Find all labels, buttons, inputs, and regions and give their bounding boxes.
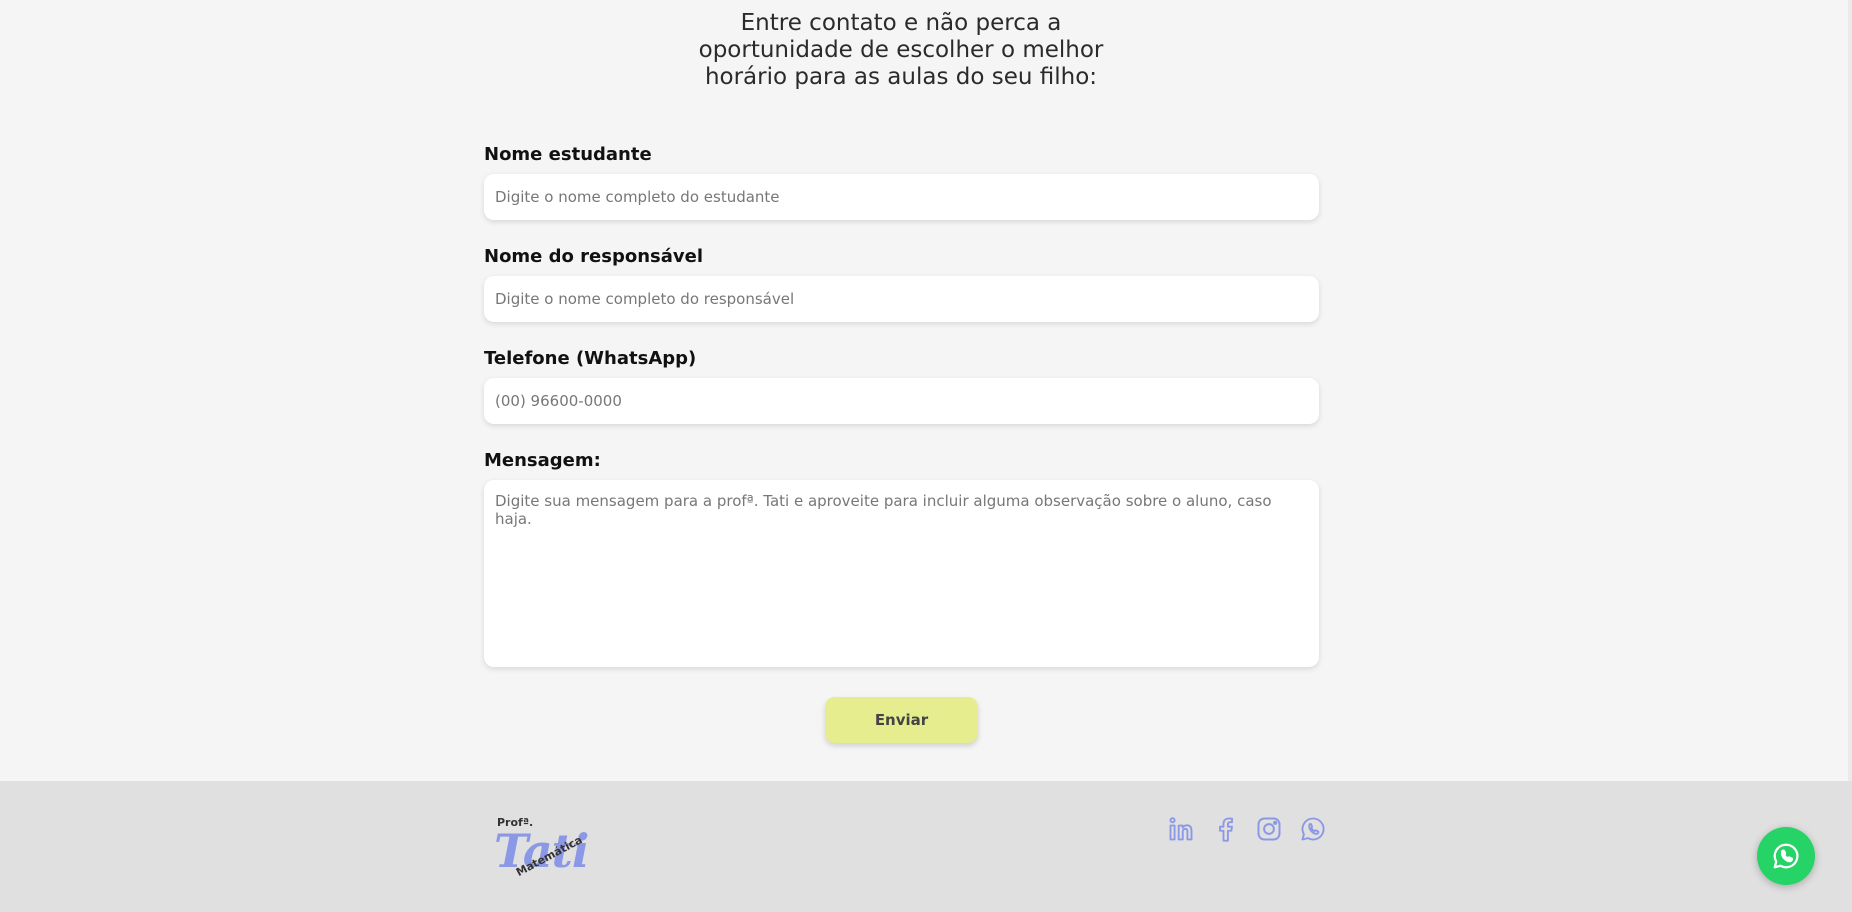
student-name-group: Nome estudante <box>484 144 1319 220</box>
whatsapp-float-button[interactable] <box>1757 827 1815 885</box>
social-links <box>1166 814 1328 844</box>
instagram-icon <box>1257 817 1281 841</box>
message-group: Mensagem: <box>484 450 1319 672</box>
linkedin-link[interactable] <box>1166 814 1196 844</box>
message-label: Mensagem: <box>484 450 601 471</box>
guardian-name-input[interactable] <box>484 276 1319 322</box>
logo-name-text: Tati <box>494 824 589 878</box>
guardian-name-group: Nome do responsável <box>484 246 1319 322</box>
facebook-link[interactable] <box>1210 814 1240 844</box>
guardian-name-label: Nome do responsável <box>484 246 704 267</box>
submit-button[interactable]: Enviar <box>825 697 978 743</box>
heading-line-3: horário para as aulas do seu filho: <box>704 64 1098 90</box>
facebook-icon <box>1219 817 1233 842</box>
logo[interactable]: Profª. Tati Matemática <box>494 816 590 888</box>
linkedin-icon <box>1169 817 1193 841</box>
footer: Profª. Tati Matemática <box>0 781 1852 912</box>
phone-group: Telefone (WhatsApp) <box>484 348 1319 424</box>
contact-heading: Entre contato e não perca a oportunidade… <box>0 10 1802 91</box>
phone-input[interactable] <box>484 378 1319 424</box>
whatsapp-link[interactable] <box>1298 814 1328 844</box>
instagram-link[interactable] <box>1254 814 1284 844</box>
phone-label: Telefone (WhatsApp) <box>484 348 697 369</box>
heading-line-2: oportunidade de escolher o melhor <box>698 37 1104 63</box>
whatsapp-icon <box>1301 817 1325 841</box>
whatsapp-icon <box>1773 843 1799 869</box>
contact-form: Nome estudante Nome do responsável Telef… <box>484 144 1319 672</box>
page-scrollbar[interactable] <box>1848 0 1852 781</box>
student-name-input[interactable] <box>484 174 1319 220</box>
contact-page: Entre contato e não perca a oportunidade… <box>0 0 1852 912</box>
student-name-label: Nome estudante <box>484 144 652 165</box>
message-textarea[interactable] <box>484 480 1319 667</box>
heading-line-1: Entre contato e não perca a <box>740 10 1062 36</box>
